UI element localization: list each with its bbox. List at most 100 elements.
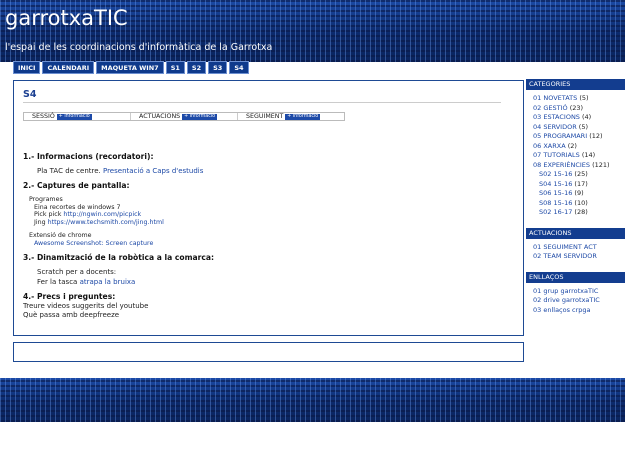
subcategory-label[interactable]: S02 15-16 — [539, 170, 572, 178]
atrapa-bruixa-link[interactable]: atrapa la bruixa — [80, 278, 136, 286]
caps-estudis-link[interactable]: Presentació a Caps d'estudis — [103, 167, 203, 175]
extension-block: Extensió de chrome Awesome Screenshot: S… — [23, 232, 514, 247]
category-item[interactable]: 07 TUTORIALS (14) — [533, 151, 625, 161]
subcategory-item[interactable]: S06 15-16 (9) — [539, 189, 625, 199]
section-title: 1.- Informacions (recordatori): — [23, 152, 154, 161]
site-title[interactable]: garrotxaTIC — [5, 6, 128, 30]
category-label[interactable]: 01 NOVETATS — [533, 94, 577, 102]
category-count: (23) — [567, 103, 584, 112]
category-item[interactable]: 04 SERVIDOR (5) — [533, 123, 625, 133]
site-subtitle: l'espai de les coordinacions d'informàti… — [5, 42, 273, 53]
precs-line: Què passa amb deepfreeze — [23, 311, 120, 319]
info-badge[interactable]: + informació — [182, 113, 218, 120]
footer-banner — [0, 378, 625, 422]
category-item[interactable]: 06 XARXA (2) — [533, 142, 625, 152]
post-nav-row: SESSIÓ + informació ACTUACIONS + informa… — [23, 112, 345, 121]
section-robotica: 3.- Dinamització de la robòtica a la com… — [23, 253, 514, 287]
subcategory-count: (28) — [572, 208, 588, 216]
section-title: 3.- Dinamització de la robòtica a la com… — [23, 253, 215, 262]
program-name: Jing — [34, 218, 48, 226]
category-label[interactable]: 08 EXPERIÈNCIES — [533, 161, 590, 169]
precs-block: Treure videos suggerits del youtube Què … — [23, 302, 514, 320]
category-count: (14) — [579, 151, 596, 159]
categories-widget: CATEGORIES 01 NOVETATS (5) 02 GESTIÓ (23… — [526, 79, 625, 220]
widget-title: CATEGORIES — [526, 79, 625, 90]
subcategory-label[interactable]: S04 15-16 — [539, 180, 572, 188]
enllac-item[interactable]: 02 drive garrotxaTIC — [533, 296, 625, 306]
enllac-item[interactable]: 01 grup garrotxaTIC — [533, 287, 625, 297]
program-name: Pick pick — [34, 211, 64, 218]
tab-s2[interactable]: S2 — [186, 61, 207, 74]
category-item[interactable]: 03 ESTACIONS (4) — [533, 113, 625, 123]
category-label[interactable]: 05 PROGRAMARI — [533, 132, 587, 140]
enllacos-list: 01 grup garrotxaTIC 02 drive garrotxaTIC… — [526, 283, 625, 318]
nav-cell-label: SESSIÓ — [32, 113, 55, 120]
section-captures: 2.- Captures de pantalla: Programes Eina… — [23, 181, 514, 247]
footer-box — [13, 342, 524, 362]
category-count: (5) — [577, 94, 589, 102]
picpick-link[interactable]: http://ngwin.com/picpick — [63, 211, 141, 218]
category-item[interactable]: 01 NOVETATS (5) — [533, 94, 625, 104]
actuacio-item[interactable]: 01 SEGUIMENT ACT — [533, 243, 625, 253]
awesome-screenshot-link[interactable]: Awesome Screenshot: Screen capture — [29, 240, 514, 248]
programes-label: Programes — [29, 196, 63, 203]
nav-cell-label: ACTUACIONS — [139, 113, 181, 120]
tab-s4[interactable]: S4 — [229, 61, 249, 74]
subcategory-count: (25) — [572, 170, 588, 178]
tab-calendari[interactable]: CALENDARI — [42, 61, 95, 74]
program-line: Eina recortes de windows 7 — [34, 203, 121, 211]
enllacos-widget: ENLLAÇOS 01 grup garrotxaTIC 02 drive ga… — [526, 271, 625, 318]
section-precs: 4.- Precs i preguntes: Treure videos sug… — [23, 292, 514, 320]
category-item[interactable]: 05 PROGRAMARI (12) — [533, 132, 625, 142]
subcategory-item[interactable]: S08 15-16 (10) — [539, 199, 625, 209]
category-count: (121) — [590, 160, 610, 169]
info-badge[interactable]: + informació — [285, 113, 321, 120]
category-count: (5) — [576, 122, 589, 131]
category-count: (12) — [587, 132, 603, 140]
actuacions-list: 01 SEGUIMENT ACT 02 TEAM SERVIDOR — [526, 239, 625, 264]
tab-maqueta-win7[interactable]: MAQUETA WIN7 — [96, 61, 164, 74]
category-label[interactable]: 04 SERVIDOR — [533, 123, 577, 131]
actuacions-widget: ACTUACIONS 01 SEGUIMENT ACT 02 TEAM SERV… — [526, 227, 625, 264]
robotica-block: Scratch per a docents: Fer la tasca atra… — [23, 268, 514, 287]
post-title[interactable]: S4 — [23, 89, 501, 103]
category-label[interactable]: 06 XARXA — [533, 142, 566, 150]
nav-cell-label: SEGUIMENT — [246, 113, 284, 120]
program-line: Jing https://www.techsmith.com/jing.html — [29, 219, 514, 227]
subcategory-item[interactable]: S04 15-16 (17) — [539, 180, 625, 190]
scratch-line: Scratch per a docents: — [37, 268, 117, 276]
subcategory-list: S02 15-16 (25) S04 15-16 (17) S06 15-16 … — [533, 170, 625, 218]
post-content: S4 SESSIÓ + informació ACTUACIONS + info… — [13, 80, 524, 336]
subcategory-label[interactable]: S08 15-16 — [539, 199, 572, 207]
top-nav: INICI CALENDARI MAQUETA WIN7 S1 S2 S3 S4 — [13, 61, 249, 74]
tab-inici[interactable]: INICI — [13, 61, 41, 74]
widget-title: ACTUACIONS — [526, 227, 625, 239]
nav-cell-seguiment: SEGUIMENT + informació — [238, 113, 344, 120]
category-label[interactable]: 07 TUTORIALS — [533, 151, 580, 159]
tab-s3[interactable]: S3 — [208, 61, 228, 74]
section-line: Pla TAC de centre. Presentació a Caps d'… — [23, 167, 514, 175]
info-badge[interactable]: + informació — [56, 113, 92, 120]
section-title: 4.- Precs i preguntes: — [23, 292, 116, 301]
actuacio-item[interactable]: 02 TEAM SERVIDOR — [533, 252, 625, 262]
sidebar: CATEGORIES 01 NOVETATS (5) 02 GESTIÓ (23… — [526, 79, 625, 325]
tasca-line: Fer la tasca atrapa la bruixa — [37, 278, 514, 288]
jing-link[interactable]: https://www.techsmith.com/jing.html — [48, 219, 164, 226]
subcategory-count: (10) — [572, 198, 588, 207]
nav-cell-actuacions: ACTUACIONS + informació — [131, 113, 238, 120]
programes-block: Programes Eina recortes de windows 7 Pic… — [23, 196, 514, 226]
category-item[interactable]: 02 GESTIÓ (23) — [533, 104, 625, 114]
category-item[interactable]: 08 EXPERIÈNCIES (121) — [533, 161, 625, 171]
subcategory-count: (9) — [572, 189, 584, 197]
category-count: (4) — [579, 113, 592, 121]
enllac-item[interactable]: 03 enllaços crpga — [533, 306, 625, 316]
subcategory-item[interactable]: S02 16-17 (28) — [539, 208, 625, 218]
category-count: (2) — [565, 141, 577, 150]
tab-s1[interactable]: S1 — [165, 61, 185, 74]
category-label[interactable]: 03 ESTACIONS — [533, 113, 580, 121]
subcategory-label[interactable]: S02 16-17 — [539, 208, 572, 216]
category-label[interactable]: 02 GESTIÓ — [533, 104, 568, 112]
subcategory-count: (17) — [572, 179, 588, 188]
subcategory-item[interactable]: S02 15-16 (25) — [539, 170, 625, 180]
subcategory-label[interactable]: S06 15-16 — [539, 189, 572, 197]
